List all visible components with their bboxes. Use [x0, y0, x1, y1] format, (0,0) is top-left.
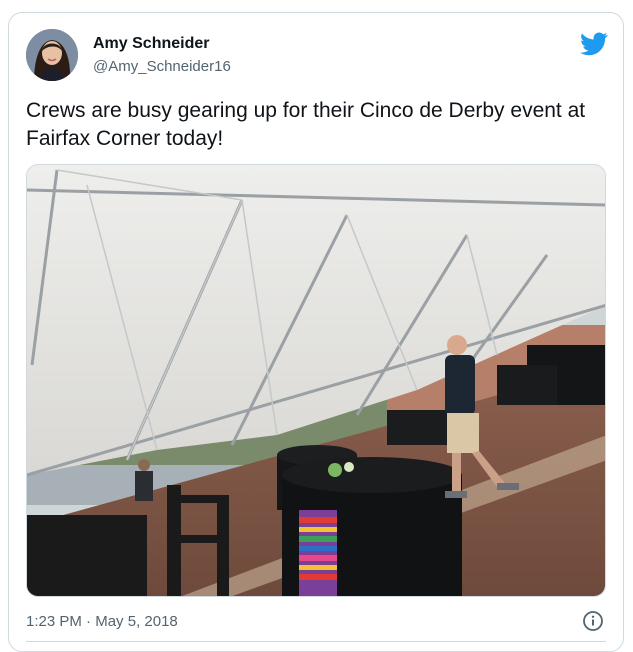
twitter-bird-icon[interactable]: [580, 32, 608, 56]
tweet-date: May 5, 2018: [95, 613, 178, 630]
avatar[interactable]: [26, 29, 78, 81]
info-icon[interactable]: [582, 610, 604, 632]
author-name[interactable]: Amy Schneider: [93, 35, 209, 53]
tweet-card[interactable]: Amy Schneider @Amy_Schneider16 Crews are…: [8, 12, 624, 652]
author-handle[interactable]: @Amy_Schneider16: [93, 58, 231, 75]
tweet-time: 1:23 PM: [26, 613, 82, 630]
meta-separator: ·: [86, 613, 92, 630]
tweet-timestamp[interactable]: 1:23 PM · May 5, 2018: [26, 613, 178, 630]
tweet-text: Crews are busy gearing up for their Cinc…: [26, 99, 586, 150]
tweet-photo[interactable]: [26, 164, 606, 597]
